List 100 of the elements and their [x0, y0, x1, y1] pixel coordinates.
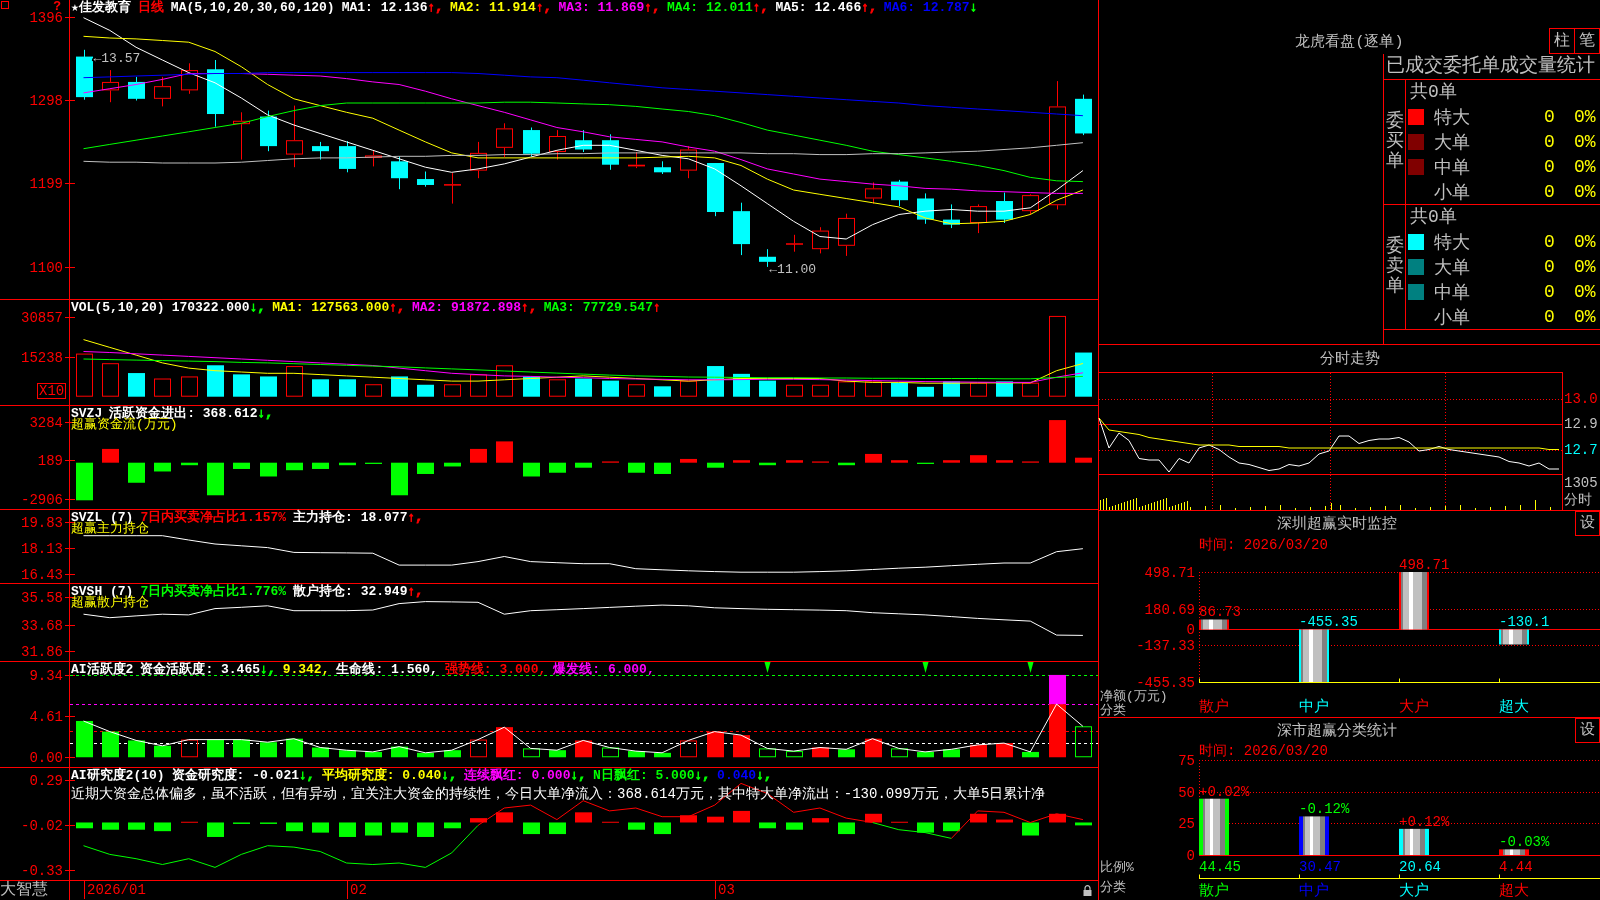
- chart-mode-button[interactable]: 笔: [1575, 28, 1600, 54]
- scale-label: X10: [37, 383, 67, 399]
- research-bar: [417, 822, 434, 837]
- research-bar: [549, 822, 566, 835]
- order-size-label: 大单: [1434, 131, 1471, 154]
- indicator-label: AI研究度2(10): [71, 768, 165, 783]
- research-bar: [128, 822, 145, 830]
- trend-arrow: ↓,: [441, 768, 457, 783]
- candle: [181, 62, 198, 95]
- category-label: 散户: [1199, 883, 1229, 900]
- axis-tick-label: 4.61: [29, 708, 63, 725]
- candle: [207, 59, 224, 128]
- order-size-label: 小单: [1434, 181, 1471, 204]
- trend-arrow: ↑,: [861, 0, 877, 15]
- axis-tick-label: 25: [1178, 816, 1195, 833]
- order-percent: 0%: [1574, 306, 1597, 327]
- fund-flow-bar: [654, 462, 671, 474]
- time-label: 时间: 2026/03/20: [1199, 537, 1328, 553]
- share-bar: [1299, 816, 1329, 855]
- net-amount-bar: [1199, 619, 1229, 630]
- fund-flow-bar: [628, 462, 645, 473]
- indicator-label: MA5: 12.466: [775, 0, 862, 15]
- indicator-label: 生命线: 1.560,: [336, 662, 438, 677]
- timeframe-label: 分时: [1564, 492, 1592, 508]
- trend-arrow: ↓,: [257, 406, 274, 421]
- axis-tick-label: 19.83: [21, 514, 63, 531]
- fund-flow-bar: [996, 460, 1013, 463]
- candle: [891, 179, 908, 207]
- panel-title: 深市超赢分类统计: [1277, 721, 1397, 740]
- fund-flow-bar: [891, 460, 908, 463]
- indicator-label: 0.040: [717, 768, 757, 783]
- bar-value-label: 498.71: [1399, 557, 1450, 573]
- lock-icon[interactable]: [1083, 885, 1092, 896]
- indicator-label: MA4: 12.011: [666, 0, 753, 15]
- trend-arrow: ↑,: [427, 0, 444, 15]
- research-bar: [496, 812, 513, 823]
- indicator-label: MA3: 11.869: [558, 0, 645, 15]
- square-icon[interactable]: [1, 1, 9, 9]
- trend-arrow: ↑: [652, 300, 661, 315]
- candle: [76, 49, 93, 101]
- fund-flow-bar: [128, 462, 145, 483]
- candle: [707, 162, 724, 217]
- settings-button[interactable]: 设: [1575, 511, 1600, 536]
- axis-tick-label: 75: [1178, 753, 1195, 769]
- bar-value-label: -455.35: [1299, 614, 1358, 631]
- app-name: 大智慧: [0, 881, 49, 900]
- research-bar: [1075, 822, 1092, 826]
- indicator-label: 主力持仓: 18.077: [293, 510, 408, 525]
- date-axis-label: 2026/01: [84, 881, 146, 899]
- category-label: 中户: [1299, 883, 1329, 900]
- order-count: 0: [1544, 231, 1556, 252]
- order-percent: 0%: [1574, 231, 1597, 252]
- candle: [1022, 193, 1039, 215]
- order-count: 0: [1544, 106, 1556, 127]
- fund-flow-bar: [102, 448, 119, 463]
- axis-tick-label: 15238: [21, 349, 63, 366]
- fund-flow-bar: [154, 462, 171, 472]
- fund-flow-bar: [76, 462, 93, 501]
- indicator-label: 爆发线: 6.000,: [553, 662, 655, 677]
- time-label: 时间: 2026/03/20: [1199, 743, 1328, 759]
- order-count: 0: [1544, 156, 1556, 177]
- axis-tick-label: 1298: [29, 92, 63, 109]
- axis-tick-label: 31.86: [21, 643, 63, 660]
- candle: [233, 111, 250, 161]
- axis-tick-label: 0: [1186, 848, 1195, 864]
- candle: [865, 181, 882, 205]
- trend-arrow: ↓,: [756, 768, 772, 783]
- change-label: +0.02%: [1199, 783, 1250, 800]
- fund-flow-bar: [286, 462, 303, 471]
- research-bar: [444, 822, 461, 829]
- settings-button[interactable]: 设: [1575, 718, 1600, 743]
- candle: [602, 133, 619, 171]
- net-amount-bar: [1399, 572, 1429, 630]
- order-count: 0: [1544, 181, 1556, 202]
- indicator-label: 资金研究度: -0.021: [171, 768, 300, 783]
- indicator-label: MA1: 127563.000: [272, 300, 390, 315]
- bar-value-label: -130.1: [1499, 614, 1550, 631]
- indicator-label: 日线: [137, 0, 164, 15]
- indicator-label: 9.342,: [282, 662, 330, 677]
- research-bar: [312, 822, 329, 833]
- candle: [1075, 94, 1092, 136]
- research-bar: [1022, 822, 1039, 836]
- down-triangle-icon: [764, 662, 771, 673]
- trend-arrow: ↑,: [535, 0, 552, 15]
- candle: [838, 213, 855, 257]
- candle: [286, 105, 303, 168]
- indicator-label: 强势线: 3.000,: [444, 662, 547, 677]
- research-bar: [391, 822, 408, 833]
- share-bar: [1399, 828, 1429, 855]
- candle: [339, 140, 356, 173]
- order-size-label: 大单: [1434, 256, 1471, 279]
- research-bar: [865, 813, 882, 823]
- axis-tick-label: -0.02: [21, 817, 63, 834]
- candle: [943, 203, 960, 229]
- axis-tick-label: 30857: [21, 309, 63, 326]
- chart-mode-button[interactable]: 柱: [1549, 28, 1575, 54]
- axis-tick-label: 1199: [29, 175, 63, 192]
- indicator-label: MA1: 12.136: [341, 0, 428, 15]
- panel-title: 分时走势: [1319, 349, 1380, 368]
- candle: [786, 234, 803, 253]
